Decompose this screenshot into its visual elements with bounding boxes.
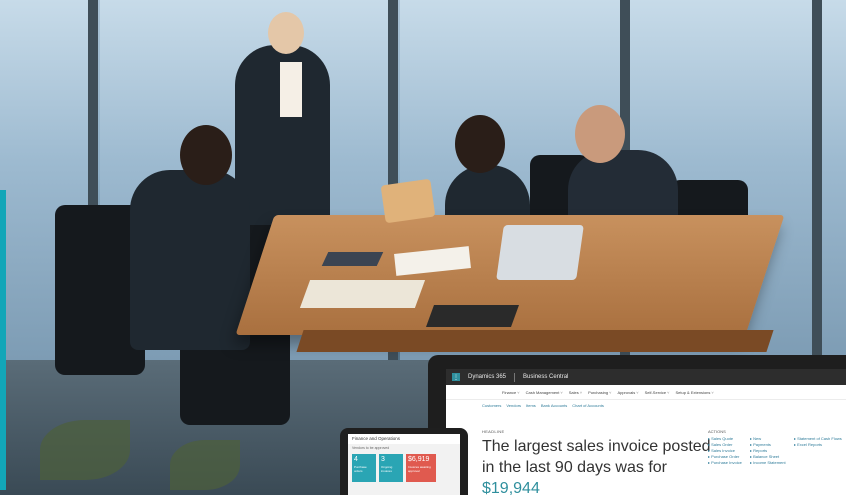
notebook [299, 280, 426, 308]
link-chart-of-accounts[interactable]: Chart of Accounts [572, 403, 604, 408]
business-central-device: ⋮ Dynamics 365 Business Central Finance˅… [428, 355, 846, 495]
notebook [425, 305, 520, 327]
link-vendors[interactable]: Vendors [506, 403, 521, 408]
plant-leaves [170, 440, 240, 490]
nav-menu: Finance˅ Cash Management˅ Sales˅ Purchas… [446, 385, 846, 400]
window-frame [812, 0, 822, 380]
action-income-statement[interactable]: ▸ Income Statement [750, 460, 800, 466]
link-customers[interactable]: Customers [482, 403, 501, 408]
fo-subtitle: Vendors to be approved [352, 446, 390, 450]
chevron-down-icon: ˅ [579, 389, 583, 395]
table-edge [296, 330, 774, 352]
nav-item-self-service[interactable]: Self-Service˅ [645, 390, 670, 395]
divider [514, 372, 516, 382]
actions-title: ACTIONS [708, 429, 726, 434]
tile-purchase-orders[interactable]: 4 Purchase orders [352, 454, 376, 482]
nav-item-setup[interactable]: Setup & Extensions˅ [675, 390, 713, 395]
chevron-down-icon: ˅ [609, 389, 612, 395]
headline-text: The largest sales invoice posted in the … [482, 438, 711, 476]
module-name: Business Central [523, 374, 569, 380]
nav-item-purchasing[interactable]: Purchasing˅ [588, 390, 611, 395]
product-name: Dynamics 365 [468, 374, 507, 380]
link-items[interactable]: Items [526, 403, 536, 408]
app-bar: ⋮ Dynamics 365 Business Central [446, 369, 846, 385]
action-excel-reports[interactable]: ▸ Excel Reports [794, 442, 844, 448]
finance-operations-tablet: Finance and Operations Vendors to be app… [340, 428, 468, 495]
chevron-down-icon: ˅ [636, 389, 639, 395]
nav-item-finance[interactable]: Finance˅ [502, 390, 520, 395]
chevron-down-icon: ˅ [711, 389, 714, 395]
person-head [268, 12, 304, 54]
seated-man-left [130, 170, 250, 350]
tablet [380, 178, 436, 224]
chevron-down-icon: ˅ [667, 389, 670, 395]
actions-column: ▸ Statement of Cash Flows ▸ Excel Report… [794, 436, 844, 448]
tile-invoices-awaiting[interactable]: $6,919 Invoices awaiting approval [406, 454, 436, 482]
person-head [575, 105, 625, 163]
headline: The largest sales invoice posted in the … [482, 436, 712, 495]
actions-panel: ACTIONS ▸ Sales Quote ▸ Sales Order ▸ Sa… [708, 429, 842, 465]
tile-ongoing-invoices[interactable]: 3 Ongoing invoices [379, 454, 403, 482]
person-head [180, 125, 232, 185]
laptop [496, 225, 584, 280]
blouse [280, 62, 302, 117]
actions-column: ▸ New ▸ Payments ▸ Reports ▸ Balance She… [750, 436, 800, 466]
link-bank-accounts[interactable]: Bank Accounts [541, 403, 567, 408]
app-launcher-icon[interactable]: ⋮ [452, 373, 460, 381]
nav-item-approvals[interactable]: Approvals˅ [617, 390, 638, 395]
nav-item-cash-management[interactable]: Cash Management˅ [526, 390, 563, 395]
phone [321, 252, 384, 266]
fo-tiles: 4 Purchase orders 3 Ongoing invoices $6,… [348, 452, 460, 484]
plant-leaves [40, 420, 130, 480]
business-central-screen: ⋮ Dynamics 365 Business Central Finance˅… [446, 369, 846, 495]
fo-title: Finance and Operations [348, 434, 460, 444]
headline-label: HEADLINE [482, 429, 505, 434]
quick-links: Customers Vendors Items Bank Accounts Ch… [446, 400, 846, 408]
headline-amount[interactable]: $19,944 [482, 480, 540, 495]
chevron-down-icon: ˅ [517, 389, 520, 395]
finance-operations-screen: Finance and Operations Vendors to be app… [348, 434, 460, 495]
chevron-down-icon: ˅ [560, 389, 563, 395]
person-head [455, 115, 505, 173]
nav-item-sales[interactable]: Sales˅ [569, 390, 582, 395]
accent-strip [0, 190, 6, 490]
